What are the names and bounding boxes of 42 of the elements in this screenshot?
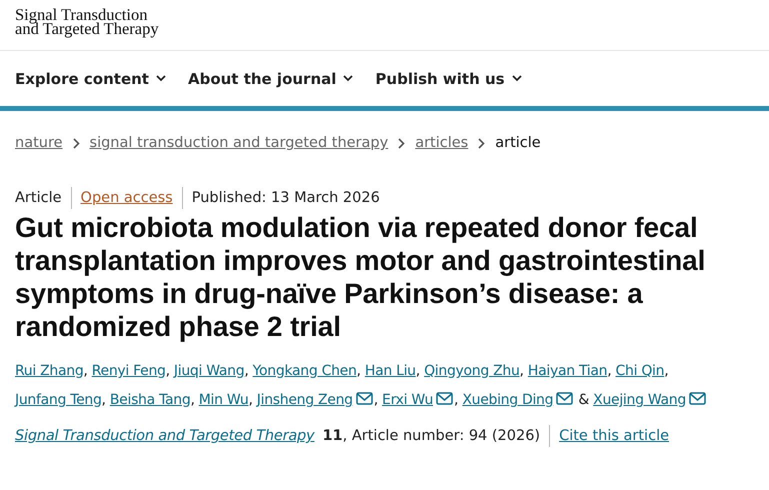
author-link[interactable]: Jinsheng Zeng bbox=[256, 392, 374, 408]
author-link[interactable]: Jiuqi Wang bbox=[174, 363, 244, 379]
author-link[interactable]: Chi Qin bbox=[616, 363, 664, 379]
author-link[interactable]: Junfang Teng bbox=[15, 392, 102, 408]
cite-link[interactable]: Cite this article bbox=[559, 428, 670, 444]
envelope-icon bbox=[356, 392, 373, 405]
journal-logo[interactable]: Signal Transduction and Targeted Therapy bbox=[15, 7, 159, 36]
article-meta: Published: 13 March 2026 bbox=[192, 190, 380, 206]
chevron-down-icon bbox=[512, 75, 522, 82]
author-link[interactable]: Xuebing Ding bbox=[462, 392, 574, 408]
author-link[interactable]: Xuejing Wang bbox=[593, 392, 707, 408]
author-link[interactable]: Qingyong Zhu bbox=[424, 363, 520, 379]
article-number: , Article number: 94 (2026) bbox=[342, 428, 540, 444]
chevron-down-icon bbox=[156, 75, 166, 82]
breadcrumb-link[interactable]: nature bbox=[15, 135, 63, 151]
breadcrumb-link[interactable]: articles bbox=[415, 135, 468, 151]
author-link[interactable]: Erxi Wu bbox=[382, 392, 454, 408]
nav-menu-button[interactable]: About the journal bbox=[188, 70, 354, 88]
author-link[interactable]: Beisha Tang bbox=[110, 392, 190, 408]
envelope-icon bbox=[688, 392, 706, 405]
author-link[interactable]: Haiyan Tian bbox=[528, 363, 608, 379]
breadcrumb-link[interactable]: signal transduction and targeted therapy bbox=[90, 135, 388, 151]
article-meta: Article bbox=[15, 190, 62, 206]
volume-number: 11 bbox=[322, 428, 343, 444]
envelope-icon bbox=[436, 392, 454, 405]
open-access-link[interactable]: Open access bbox=[80, 190, 173, 206]
envelope-icon bbox=[556, 392, 574, 405]
author-link[interactable]: Yongkang Chen bbox=[252, 363, 357, 379]
author-link[interactable]: Rui Zhang bbox=[15, 363, 84, 379]
chevron-right-icon bbox=[398, 138, 406, 148]
chevron-right-icon bbox=[478, 138, 486, 148]
author-list: Rui Zhang, Renyi Feng, Jiuqi Wang, Yongkang Chen, Han Liu, Qingyong Zhu, Haiyan Tian, Chi Qin, Junfang Teng, Beisha Tang, Min Wu, Jinsheng Zeng , Erxi Wu , Xuebing Ding & Xuejing Wang bbox=[15, 357, 754, 415]
nav-menu-button[interactable]: Explore content bbox=[15, 70, 166, 88]
breadcrumb-current: article bbox=[495, 135, 541, 151]
author-link[interactable]: Han Liu bbox=[364, 363, 416, 379]
author-link[interactable]: Min Wu bbox=[198, 392, 248, 408]
author-link[interactable]: Renyi Feng bbox=[92, 363, 166, 379]
nav-menu-button[interactable]: Publish with us bbox=[375, 70, 522, 88]
article-title: Gut microbiota modulation via repeated donor fecal transplantation improves motor and gastrointestinal symptoms in drug-naïve Parkinson’s disease: a randomized phase 2 trial bbox=[15, 211, 706, 343]
chevron-right-icon bbox=[72, 138, 80, 148]
chevron-down-icon bbox=[343, 75, 354, 82]
journal-link[interactable]: Signal Transduction and Targeted Therapy bbox=[15, 428, 314, 444]
